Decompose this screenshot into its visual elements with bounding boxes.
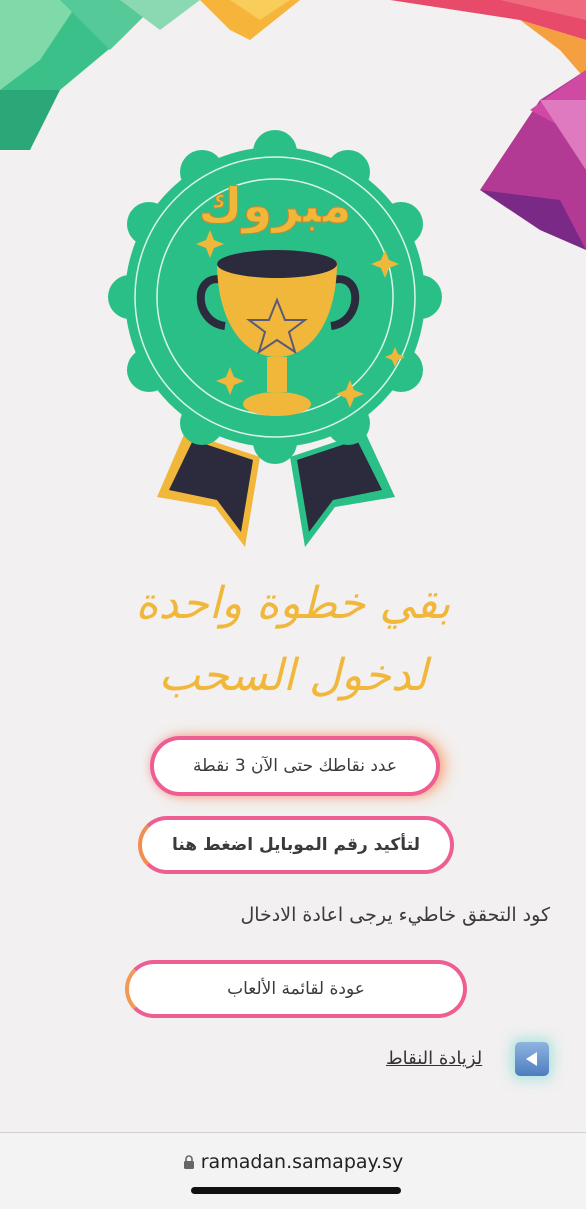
verification-error-message: كود التحقق خاطيء يرجى اعادة الادخال	[240, 904, 550, 926]
confirm-mobile-label: لتأكيد رقم الموبايل اضغط هنا	[171, 835, 421, 855]
points-count-button[interactable]: عدد نقاطك حتى الآن 3 نقطة	[150, 736, 440, 796]
play-left-icon[interactable]	[515, 1042, 549, 1076]
headline-line-2: لدخول السحب	[158, 650, 428, 701]
headline-line-1: بقي خطوة واحدة	[135, 578, 451, 629]
back-to-games-label: عودة لقائمة الألعاب	[227, 979, 365, 999]
browser-address-bar: ramadan.samapay.sy	[0, 1132, 586, 1209]
back-to-games-button[interactable]: عودة لقائمة الألعاب	[125, 960, 467, 1018]
more-points-link[interactable]: لزيادة النقاط	[386, 1048, 482, 1069]
url-text: ramadan.samapay.sy	[200, 1151, 404, 1173]
lock-icon	[183, 1152, 195, 1174]
badge-title: مبروك	[199, 178, 352, 234]
url-display[interactable]: ramadan.samapay.sy	[0, 1151, 586, 1174]
confirm-mobile-button[interactable]: لتأكيد رقم الموبايل اضغط هنا	[138, 816, 454, 874]
home-indicator	[191, 1187, 401, 1194]
points-count-label: عدد نقاطك حتى الآن 3 نقطة	[193, 756, 397, 776]
congratulations-badge: مبروك	[108, 130, 442, 547]
